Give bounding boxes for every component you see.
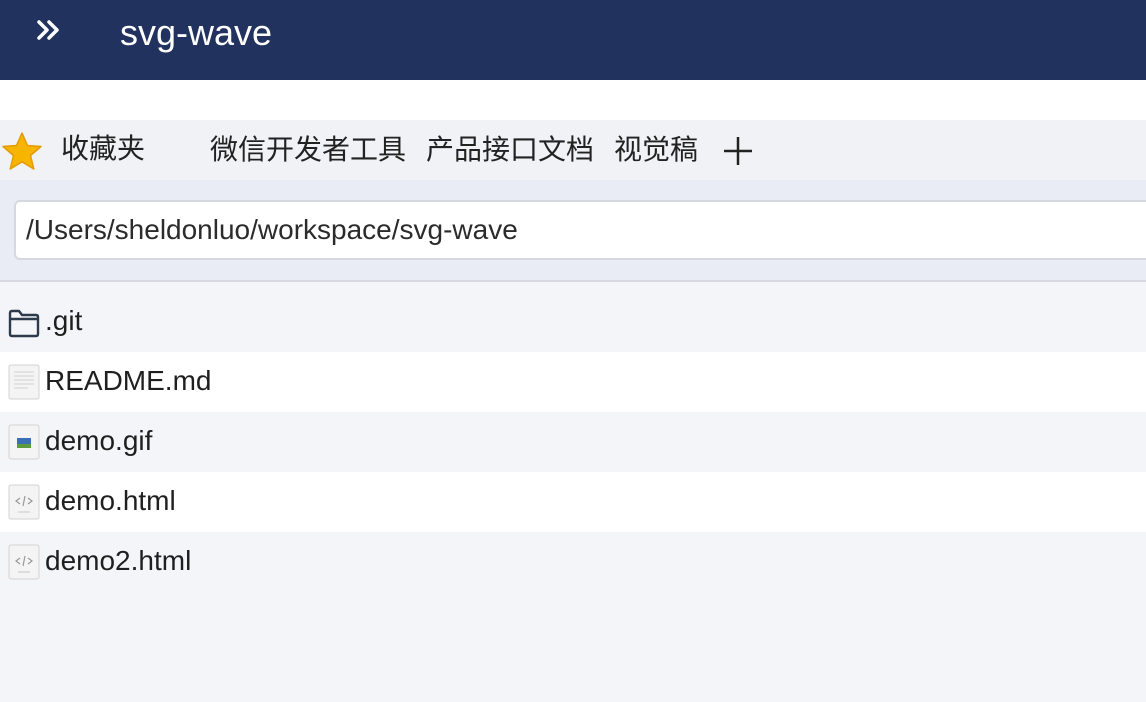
file-name: demo.gif — [45, 425, 153, 456]
spacer — [0, 80, 1146, 120]
file-list: .git README.md demo.gif demo.html demo2.… — [0, 292, 1146, 592]
file-row-demo-html[interactable]: demo.html — [0, 472, 1146, 532]
file-name: demo.html — [45, 485, 176, 516]
plus-icon — [724, 137, 752, 165]
favorites-label: 收藏夹 — [61, 133, 146, 164]
file-row-demo-gif[interactable]: demo.gif — [0, 412, 1146, 472]
file-row-demo2-html[interactable]: demo2.html — [0, 532, 1146, 592]
file-name: demo2.html — [45, 545, 192, 576]
html-file-icon — [8, 484, 40, 520]
image-file-icon — [8, 424, 40, 460]
file-row-readme[interactable]: README.md — [0, 352, 1146, 412]
path-input[interactable] — [14, 200, 1146, 260]
favorite-link-api-docs[interactable]: 产品接口文档 — [426, 133, 594, 167]
favorite-link-visual-drafts[interactable]: 视觉稿 — [614, 133, 698, 167]
file-name: README.md — [45, 365, 212, 396]
favorite-link-wechat-devtools[interactable]: 微信开发者工具 — [210, 133, 406, 167]
text-file-icon — [8, 364, 40, 400]
app-title: svg-wave — [120, 12, 273, 53]
folder-icon — [8, 309, 40, 338]
file-name: .git — [45, 305, 83, 336]
add-favorite-button[interactable] — [720, 133, 756, 169]
file-row-git[interactable]: .git — [0, 292, 1146, 352]
expand-sidebar-button[interactable] — [30, 14, 70, 46]
double-chevron-right-icon — [37, 20, 59, 40]
star-icon — [2, 132, 42, 170]
html-file-icon — [8, 544, 40, 580]
